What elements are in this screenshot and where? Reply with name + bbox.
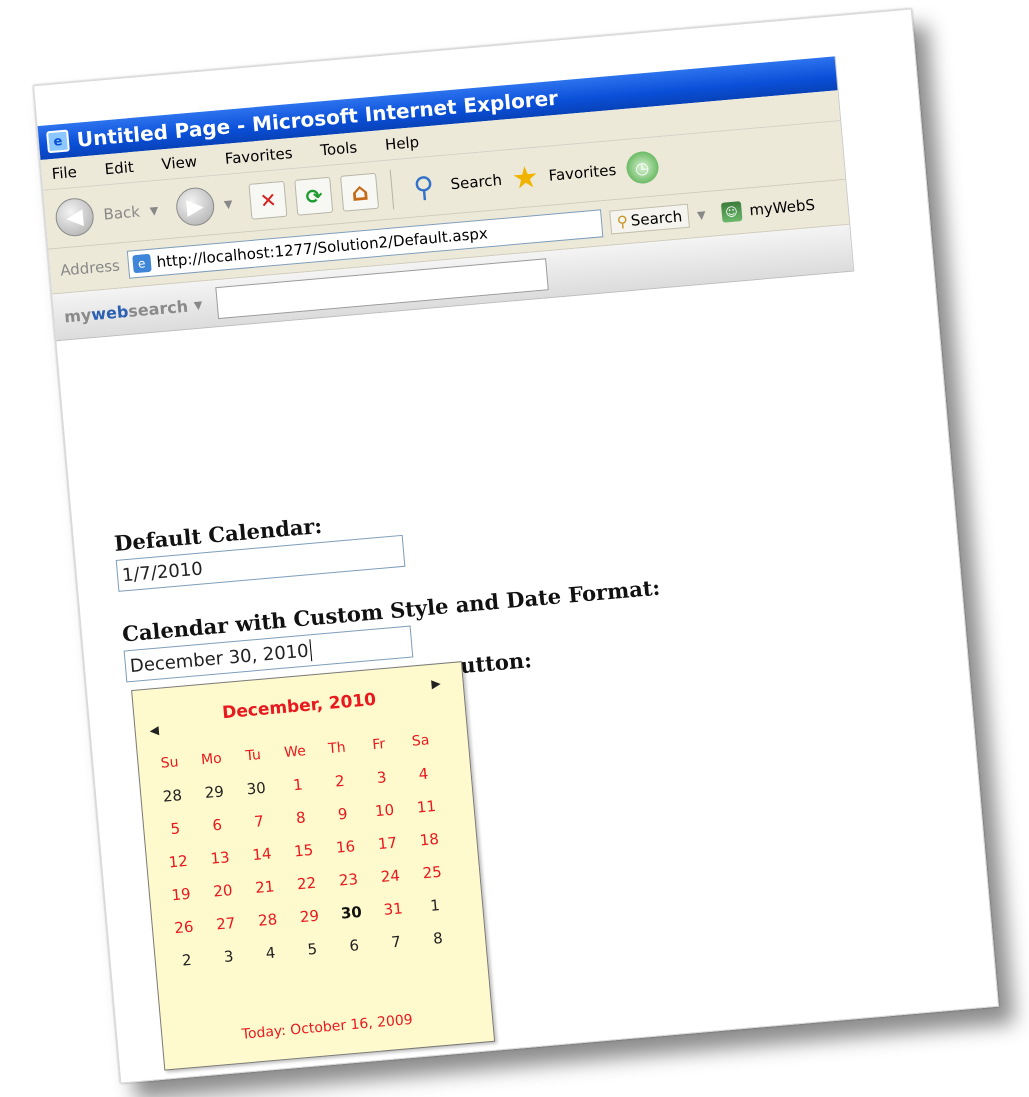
day-of-week-header: Su [159, 753, 180, 772]
calendar-day[interactable]: 25 [410, 854, 455, 891]
forward-dropdown-icon[interactable]: ▼ [223, 197, 233, 211]
menu-tools[interactable]: Tools [320, 138, 358, 159]
calendar-day[interactable]: 12 [156, 843, 201, 880]
calendar-day[interactable]: 2 [164, 941, 209, 978]
calendar-day[interactable]: 1 [413, 887, 458, 924]
calendar-day[interactable]: 29 [287, 898, 332, 935]
favorites-star-icon[interactable]: ★ [510, 159, 540, 196]
logo-web: web [90, 301, 130, 324]
calendar-day[interactable]: 18 [407, 821, 452, 858]
menu-view[interactable]: View [161, 152, 198, 173]
back-arrow-icon[interactable]: ◀ [54, 196, 96, 238]
calendar-popup: ◀ ▶ December, 2010 Su Mo Tu We Th Fr Sa 28 29 30 1… [131, 661, 496, 1071]
calendar-day-selected[interactable]: 30 [329, 894, 374, 931]
calendar-day[interactable]: 7 [237, 803, 282, 840]
calendar-day[interactable]: 13 [198, 839, 243, 876]
photo-stage: e Untitled Page - Microsoft Internet Exp… [0, 0, 1029, 1097]
button-calendar-label: utton: [459, 647, 533, 679]
calendar-day[interactable]: 1 [276, 766, 321, 803]
mws-search-button[interactable]: ⚲ Search [608, 203, 691, 235]
favorites-button-label[interactable]: Favorites [548, 161, 617, 185]
search-icon[interactable]: ⚲ [405, 168, 442, 205]
day-of-week-header: Fr [371, 735, 386, 753]
today-link[interactable]: Today: October 16, 2009 [162, 1005, 492, 1050]
calendar-day[interactable]: 17 [365, 825, 410, 862]
back-dropdown-icon[interactable]: ▼ [149, 203, 159, 217]
ie-window: e Untitled Page - Microsoft Internet Exp… [37, 56, 855, 342]
calendar-day[interactable]: 7 [374, 923, 419, 960]
mywebsearch-label[interactable]: myWebS [749, 196, 816, 220]
calendar-day[interactable]: 28 [150, 777, 195, 814]
calendar-day[interactable]: 6 [332, 927, 377, 964]
calendar-day[interactable]: 24 [368, 857, 413, 894]
logo-search: search [127, 296, 189, 321]
ie-page-icon: e [131, 253, 152, 274]
calendar-day[interactable]: 2 [317, 762, 362, 799]
mws-dropdown-icon[interactable]: ▼ [193, 298, 203, 312]
refresh-icon[interactable]: ⟳ [294, 176, 334, 216]
default-calendar-label: Default Calendar: [113, 512, 324, 556]
search-dropdown-icon[interactable]: ▼ [697, 208, 707, 222]
calendar-day[interactable]: 15 [281, 832, 326, 869]
page-content: Default Calendar: 1/7/2010 Calendar with… [113, 465, 886, 1071]
default-calendar-value: 1/7/2010 [121, 557, 204, 586]
calendar-day[interactable]: 16 [323, 828, 368, 865]
search-button-label[interactable]: Search [450, 171, 503, 193]
day-of-week-header: Tu [244, 746, 262, 764]
calendar-day[interactable]: 9 [320, 795, 365, 832]
custom-calendar-value: December 30, 2010 [129, 640, 310, 677]
menu-favorites[interactable]: Favorites [224, 144, 293, 168]
stop-icon[interactable]: ✕ [248, 180, 288, 220]
menu-help[interactable]: Help [384, 133, 420, 154]
smiley-avatar-icon[interactable]: ☺ [720, 201, 743, 223]
calendar-day[interactable]: 4 [248, 934, 293, 971]
calendar-day[interactable]: 20 [201, 872, 246, 909]
calendar-day[interactable]: 28 [245, 901, 290, 938]
history-icon[interactable]: ◷ [624, 150, 660, 185]
calendar-grid: Su Mo Tu We Th Fr Sa 28 29 30 1 2 3 4 5 6 7 8 9 10 11 12 13 14 1… [147, 722, 460, 978]
calendar-day[interactable]: 31 [371, 890, 416, 927]
day-of-week-header: We [283, 742, 307, 761]
calendar-day[interactable]: 27 [203, 905, 248, 942]
calendar-day[interactable]: 30 [234, 770, 279, 807]
magnifier-icon: ⚲ [616, 212, 629, 231]
calendar-day[interactable]: 19 [159, 876, 204, 913]
calendar-day[interactable]: 4 [401, 755, 446, 792]
day-of-week-header: Sa [411, 731, 430, 750]
home-icon[interactable]: ⌂ [340, 172, 380, 212]
calendar-day[interactable]: 3 [359, 759, 404, 796]
address-label: Address [59, 256, 121, 280]
calendar-day[interactable]: 21 [242, 868, 287, 905]
calendar-day[interactable]: 29 [192, 773, 237, 810]
ie-page-icon: e [46, 129, 70, 154]
calendar-day[interactable]: 6 [195, 806, 240, 843]
menu-edit[interactable]: Edit [104, 158, 135, 178]
calendar-day[interactable]: 14 [240, 836, 285, 873]
mws-search-label: Search [630, 207, 683, 230]
toolbar-divider [390, 169, 395, 210]
calendar-day[interactable]: 22 [284, 865, 329, 902]
calendar-day[interactable]: 5 [153, 810, 198, 847]
mywebsearch-logo: mywebsearch [63, 296, 188, 326]
text-caret [309, 639, 313, 662]
calendar-day[interactable]: 8 [415, 920, 460, 957]
calendar-day[interactable]: 23 [326, 861, 371, 898]
tilted-printout: e Untitled Page - Microsoft Internet Exp… [33, 8, 999, 1084]
calendar-day[interactable]: 5 [290, 931, 335, 968]
calendar-day[interactable]: 3 [206, 938, 251, 975]
forward-arrow-icon[interactable]: ▶ [174, 186, 216, 228]
calendar-day[interactable]: 10 [362, 792, 407, 829]
day-of-week-header: Mo [200, 749, 223, 768]
logo-my: my [63, 304, 93, 326]
day-of-week-header: Th [327, 739, 347, 757]
calendar-day[interactable]: 26 [162, 909, 207, 946]
calendar-day[interactable]: 11 [404, 788, 449, 825]
menu-file[interactable]: File [51, 163, 78, 183]
calendar-day[interactable]: 8 [278, 799, 323, 836]
back-button-label[interactable]: Back [103, 203, 141, 224]
